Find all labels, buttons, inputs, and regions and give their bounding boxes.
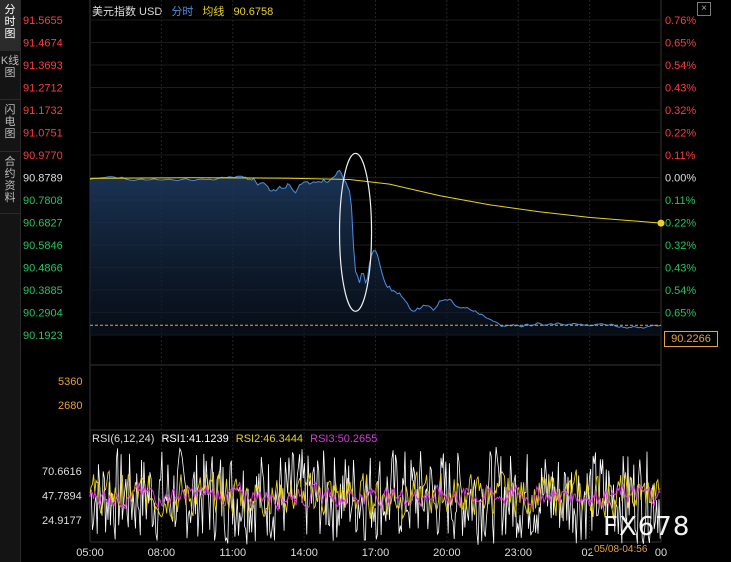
left-price-tick: 90.7808 xyxy=(23,195,63,207)
left-price-tick: 91.0751 xyxy=(23,128,63,140)
time-tick: 05:00 xyxy=(76,547,104,559)
right-percent-tick: 0.65% xyxy=(665,38,696,50)
time-tick: 11:00 xyxy=(219,547,246,559)
rsi-legend: RSI(6,12,24) RSI1:41.1239 RSI2:46.3444 R… xyxy=(92,433,381,445)
left-price-tick: 90.9770 xyxy=(23,150,63,162)
rsi3-label: RSI3:50.2655 xyxy=(310,433,378,445)
left-price-tick: 91.5655 xyxy=(23,15,63,27)
left-price-tick: 91.4674 xyxy=(23,38,63,50)
left-price-tick: 90.2904 xyxy=(23,308,63,320)
right-percent-tick: 0.76% xyxy=(665,15,696,27)
right-percent-tick: 0.43% xyxy=(665,263,696,275)
right-percent-tick: 0.11% xyxy=(665,150,696,162)
right-percent-tick: 0.22% xyxy=(665,128,696,140)
right-percent-tick: 0.00% xyxy=(665,173,696,185)
right-percent-tick: 0.11% xyxy=(665,195,696,207)
left-price-tick: 90.1923 xyxy=(23,330,63,342)
time-tick: 14:00 xyxy=(290,547,318,559)
volume-tick: 5360 xyxy=(58,376,82,388)
rsi-tick: 47.7894 xyxy=(42,490,82,502)
left-price-tick: 90.5846 xyxy=(23,240,63,252)
rsi1-label: RSI1:41.1239 xyxy=(161,433,229,445)
rsi-tick: 70.6616 xyxy=(42,466,82,478)
rsi2-label: RSI2:46.3444 xyxy=(235,433,304,445)
rsi-title: RSI(6,12,24) xyxy=(92,433,155,445)
rsi-tick: 24.9177 xyxy=(42,515,82,527)
right-percent-tick: 0.54% xyxy=(665,60,696,72)
average-end-dot xyxy=(657,219,665,227)
left-price-tick: 91.3693 xyxy=(23,60,63,72)
price-chart: 91.5655 91.4674 91.3693 91.2712 91.1732 91.07… xyxy=(23,0,696,559)
volume-tick: 2680 xyxy=(58,400,82,412)
left-price-tick: 90.6827 xyxy=(23,218,63,230)
right-percent-tick: 0.43% xyxy=(665,83,696,95)
left-price-tick: 90.8789 xyxy=(23,173,63,185)
time-tick: 08:00 xyxy=(148,547,176,559)
right-percent-tick: 0.32% xyxy=(665,240,696,252)
left-price-tick: 91.2712 xyxy=(23,83,63,95)
right-percent-tick: 0.65% xyxy=(665,308,696,320)
time-tick: 00 xyxy=(655,547,667,559)
price-area xyxy=(90,170,661,335)
time-tick: 17:00 xyxy=(362,547,390,559)
time-tick: 23:00 xyxy=(504,547,532,559)
right-percent-tick: 0.22% xyxy=(665,218,696,230)
left-price-tick: 90.4866 xyxy=(23,263,63,275)
right-percent-tick: 0.32% xyxy=(665,105,696,117)
watermark-logo: FX678 xyxy=(603,512,691,542)
last-price-tag: 90.2266 xyxy=(664,331,718,347)
right-percent-tick: 0.54% xyxy=(665,285,696,297)
time-tick: 20:00 xyxy=(433,547,461,559)
left-price-tick: 90.3885 xyxy=(23,285,63,297)
last-timestamp: 05/08-04:56 xyxy=(592,544,650,555)
left-price-tick: 91.1732 xyxy=(23,105,63,117)
